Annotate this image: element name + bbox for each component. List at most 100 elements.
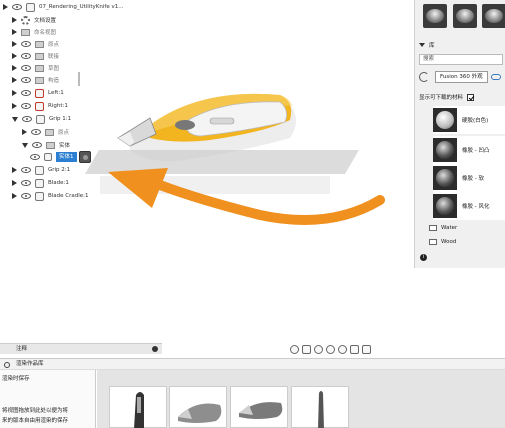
root-label: 07_Rendering_UtilityKnife v1... [39,4,124,10]
tree-grip-origin[interactable]: 原点 [22,126,69,138]
display-settings-icon[interactable] [350,344,359,354]
zoom-icon[interactable] [326,344,335,354]
refresh-icon[interactable] [419,71,429,82]
tree-body1[interactable]: 实体1 [30,151,91,163]
expand-icon[interactable] [12,103,17,109]
tab-fusion-appearances[interactable]: Fusion 360 外观 [435,70,488,83]
grid-settings-icon[interactable] [362,344,371,354]
library-folder-water[interactable]: Water [429,222,505,233]
gear-icon [21,15,30,25]
visibility-icon[interactable] [21,90,31,96]
look-at-icon[interactable] [302,344,311,354]
folder-icon [21,28,30,36]
show-downloadable-checkbox[interactable] [467,93,475,101]
library-folder-wood[interactable]: Wood [429,236,505,247]
material-swatch-2[interactable] [453,4,477,28]
expand-icon[interactable] [12,41,17,47]
visibility-icon[interactable] [21,77,31,83]
selected-body-label: 实体1 [56,152,77,162]
show-downloadable-row[interactable]: 显示可下载的材料 [419,92,503,102]
render-thumbnail[interactable] [230,386,288,428]
visibility-icon[interactable] [30,154,40,160]
fit-icon[interactable] [338,344,347,354]
expand-icon[interactable] [12,29,17,35]
tree-doc-settings[interactable]: 文档设置 [12,14,56,26]
material-item[interactable]: 橡胶 - 软 [433,164,505,192]
visibility-icon[interactable] [22,116,32,122]
knife-render-2 [178,403,222,423]
appearance-panel: 库 搜索 Fusion 360 外观 显示可下载的材料 硬胶(白色) 橡胶 - … [414,0,505,268]
tree-left[interactable]: Left:1 [12,87,64,99]
tree-joint-origins[interactable]: 联接 [12,50,59,62]
tree-origin[interactable]: 原点 [12,38,59,50]
visibility-icon[interactable] [32,142,42,148]
component-icon [35,178,44,188]
viewport-canvas[interactable] [90,80,420,250]
library-tabs: Fusion 360 外观 [419,69,501,84]
visibility-icon[interactable] [21,193,31,199]
expand-icon[interactable] [12,90,17,96]
expand-icon[interactable] [12,17,17,23]
folder-icon [429,238,437,245]
material-item[interactable]: 硬胶(白色) [433,106,505,134]
folder-icon [46,141,55,149]
render-thumbnail[interactable] [109,386,167,428]
visibility-icon[interactable] [21,167,31,173]
visibility-icon[interactable] [21,103,31,109]
expand-icon[interactable] [12,65,17,71]
tree-construction[interactable]: 构造 [12,74,59,86]
tree-bodies[interactable]: 实体 [22,139,70,151]
visibility-icon[interactable] [31,129,41,135]
material-item[interactable]: 橡胶 - 风化 [433,192,505,220]
pan-icon[interactable] [314,344,323,354]
visibility-icon[interactable] [21,180,31,186]
component-icon [35,88,44,98]
material-item[interactable]: 橡胶 - 凹凸 [433,136,505,164]
rendering-gallery-header[interactable]: 渲染作品库 [0,358,505,370]
visibility-icon[interactable] [12,4,22,10]
tree-blade-cradle[interactable]: Blade Cradle:1 [12,190,89,202]
library-search-input[interactable]: 搜索 [419,54,503,65]
expand-icon[interactable] [3,4,8,10]
arrow-head [108,168,168,208]
tree-root[interactable]: 07_Rendering_UtilityKnife v1... [3,1,123,13]
expand-icon[interactable] [12,167,17,173]
expand-icon[interactable] [12,180,17,186]
tree-sketches[interactable]: 草图 [12,62,59,74]
expand-icon[interactable] [12,77,17,83]
chevron-down-icon[interactable] [419,43,425,47]
collapse-icon[interactable] [12,116,18,122]
component-icon [35,101,44,111]
gallery-sidebar: 渲染时保存 将视图拖放到此处以便为将 来的版本自由用渲染的保存 [0,370,96,428]
body-icon [44,153,52,161]
info-icon[interactable]: i [420,254,427,261]
close-icon[interactable] [152,346,158,352]
dragged-material-icon[interactable] [78,151,91,163]
material-swatch-3[interactable] [482,4,505,28]
render-thumbnail[interactable] [169,386,227,428]
expand-icon[interactable] [22,129,27,135]
knife-button [209,117,235,125]
orbit-icon[interactable] [290,344,299,354]
tree-right[interactable]: Right:1 [12,100,68,112]
expand-icon[interactable] [12,53,17,59]
component-icon [35,165,44,175]
comments-bar[interactable]: 注释 [0,343,162,354]
expand-icon[interactable] [12,193,17,199]
render-thumbnail[interactable] [291,386,349,428]
material-thumbnail [433,138,457,162]
tree-blade[interactable]: Blade:1 [12,177,69,189]
collapse-icon[interactable] [22,142,28,148]
tree-grip11[interactable]: Grip 1:1 [12,113,71,125]
library-header[interactable]: 库 [415,40,505,50]
folder-icon [45,128,54,136]
visibility-icon[interactable] [21,41,31,47]
visibility-icon[interactable] [21,53,31,59]
material-swatch-1[interactable] [423,4,447,28]
visibility-icon[interactable] [21,65,31,71]
folder-icon [35,76,44,84]
tree-grip21[interactable]: Grip 2:1 [12,164,70,176]
cloud-icon[interactable] [490,73,501,80]
tree-named-views[interactable]: 命名视图 [12,26,56,38]
tree-scrollbar[interactable] [78,72,80,86]
